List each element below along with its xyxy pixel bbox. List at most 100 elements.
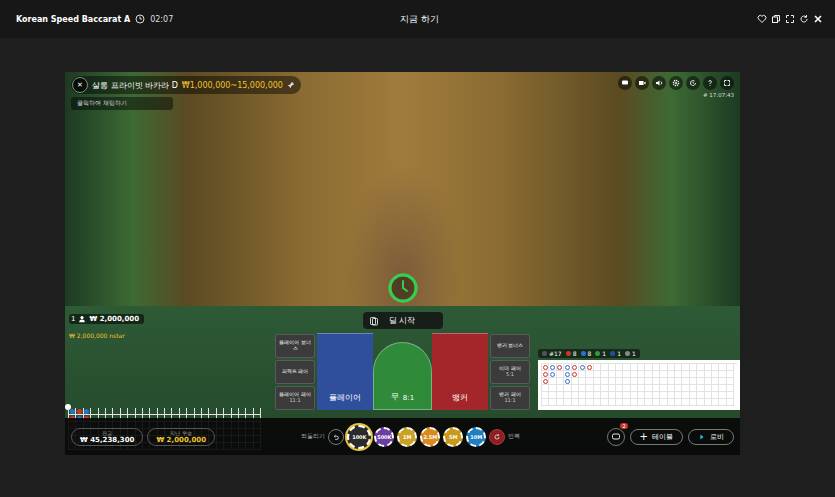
- big-road-cell: [601, 371, 608, 378]
- big-road-cell: [579, 378, 586, 385]
- pin-icon[interactable]: [287, 81, 295, 89]
- video-icon[interactable]: [635, 76, 649, 90]
- big-road-cell: [557, 392, 564, 399]
- big-road-cell: [719, 364, 726, 371]
- big-road-cell: [586, 392, 593, 399]
- chip[interactable]: 10M: [466, 427, 486, 447]
- main-bet-area[interactable]: 무8:1: [373, 342, 431, 410]
- big-road-cell: [609, 364, 616, 371]
- bead-cell: [232, 408, 239, 415]
- expand-icon[interactable]: [720, 76, 734, 90]
- big-road-cell: [719, 378, 726, 385]
- fullscreen-icon[interactable]: [785, 14, 795, 24]
- big-road-cell: [645, 378, 652, 385]
- bead-cell: [150, 408, 157, 415]
- sound-icon[interactable]: [652, 76, 666, 90]
- big-road-cell: [586, 399, 593, 406]
- big-road-cell: [712, 364, 719, 371]
- history-icon[interactable]: [686, 76, 700, 90]
- main-bet-area[interactable]: 플레이어: [317, 333, 373, 410]
- big-road-cell: [727, 385, 734, 392]
- bead-cell: [217, 408, 224, 415]
- big-road-cell: [682, 378, 689, 385]
- bead-cell: [158, 408, 165, 415]
- big-road-cell: [660, 399, 667, 406]
- timer-clock-icon: [403, 281, 407, 291]
- last-win-pill: 지난 우승₩ 2,000,000: [147, 428, 215, 446]
- settings-gear-icon[interactable]: [669, 76, 683, 90]
- add-table-button[interactable]: +테이블: [630, 429, 683, 445]
- shoe-stats: #1788111: [538, 349, 640, 358]
- refresh-icon[interactable]: [799, 14, 809, 24]
- chip[interactable]: 2.5M: [420, 427, 440, 447]
- lobby-button[interactable]: 로비: [688, 429, 734, 445]
- big-road-cell: [594, 392, 601, 399]
- big-road-cell: [660, 364, 667, 371]
- chip[interactable]: 5M: [443, 427, 463, 447]
- big-road-mark: [543, 365, 548, 370]
- close-icon[interactable]: [813, 14, 823, 24]
- bead-cell: [165, 408, 172, 415]
- big-road-mark: [572, 365, 577, 370]
- session-time: 02:07: [150, 15, 173, 24]
- big-road-cell: [616, 371, 623, 378]
- big-road-cell: [542, 371, 549, 378]
- side-bet-button[interactable]: 뱅커 보너스: [490, 334, 530, 358]
- big-road-cell: [727, 371, 734, 378]
- big-road-cell: [572, 378, 579, 385]
- app-window: Korean Speed Baccarat A02:07지금 하기✕살롱 프라이…: [0, 0, 835, 497]
- big-road-cell: [697, 399, 704, 406]
- bead-cell: [91, 408, 98, 415]
- chat-button[interactable]: 2: [607, 428, 625, 446]
- big-road-cell: [682, 392, 689, 399]
- big-road-cell: [668, 378, 675, 385]
- big-road-cell: [660, 385, 667, 392]
- main-bet-area[interactable]: 뱅커: [432, 333, 488, 410]
- help-icon[interactable]: [703, 76, 717, 90]
- big-road-cell: [631, 364, 638, 371]
- undo-label: 되돌리기: [301, 433, 325, 440]
- big-road-cell: [631, 385, 638, 392]
- chat-toggle-icon[interactable]: [618, 76, 632, 90]
- close-table-button[interactable]: ✕: [72, 77, 88, 93]
- big-road-cell: [631, 378, 638, 385]
- big-road-cell: [705, 371, 712, 378]
- game-frame: ✕살롱 프라이빗 바카라 D₩1,000,000~15,000,000클릭하여 …: [65, 72, 740, 455]
- bead-cell: [128, 408, 135, 415]
- chip[interactable]: 1M: [397, 427, 417, 447]
- side-bet-button[interactable]: 플레이어 보너스: [275, 334, 315, 358]
- big-road-mark: [565, 365, 570, 370]
- big-road-cell: [697, 385, 704, 392]
- big-road-cell: [549, 392, 556, 399]
- side-bet-button[interactable]: 이더 페어5:1: [490, 360, 530, 384]
- heart-icon[interactable]: [757, 14, 767, 24]
- chip[interactable]: 500K: [374, 427, 394, 447]
- big-road-cell: [705, 378, 712, 385]
- game-stage: ✕살롱 프라이빗 바카라 D₩1,000,000~15,000,000클릭하여 …: [0, 38, 835, 497]
- bead-cell: [254, 408, 261, 415]
- bead-dot: [77, 409, 82, 414]
- big-road-cell: [579, 371, 586, 378]
- bead-cell: [180, 408, 187, 415]
- big-road-mark: [543, 372, 548, 377]
- side-bet-button[interactable]: 퍼펙트 페어: [275, 360, 315, 384]
- undo-button[interactable]: [328, 429, 344, 445]
- side-bet-button[interactable]: 플레이어 페어11:1: [275, 386, 315, 410]
- side-bet-button[interactable]: 뱅커 페어11:1: [490, 386, 530, 410]
- copy-icon[interactable]: [771, 14, 781, 24]
- deal-start-button[interactable]: 딜 시작: [363, 312, 443, 329]
- big-road-cell: [690, 371, 697, 378]
- big-road-mark: [572, 372, 577, 377]
- big-road-cell: [549, 378, 556, 385]
- big-road-cell: [682, 371, 689, 378]
- player-seat: 1₩ 2,000,000₩ 2,000,000 nstar: [69, 314, 144, 339]
- undo-icon: [332, 433, 340, 441]
- bead-cell: [209, 408, 216, 415]
- big-road-cell: [623, 385, 630, 392]
- chat-input-hint[interactable]: 클릭하여 채팅하기: [71, 97, 173, 110]
- chip[interactable]: 100K: [347, 425, 371, 449]
- big-road-cell: [631, 392, 638, 399]
- repeat-button[interactable]: [489, 429, 505, 445]
- big-road-cell: [564, 378, 571, 385]
- big-road-cell: [579, 385, 586, 392]
